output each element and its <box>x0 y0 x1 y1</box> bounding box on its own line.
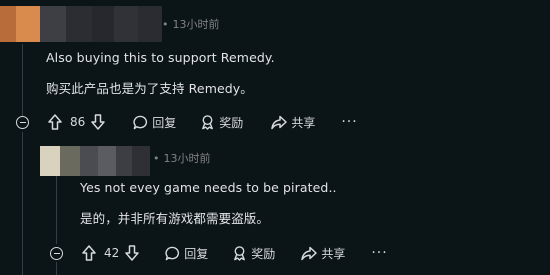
downvote-button[interactable] <box>91 114 106 130</box>
thread-line-reply-lower <box>56 262 57 275</box>
reply-button[interactable]: 回复 <box>133 114 176 131</box>
avatar[interactable] <box>40 146 150 176</box>
award-button[interactable]: 奖励 <box>200 114 243 131</box>
speech-bubble-icon <box>165 246 180 260</box>
share-label: 共享 <box>291 115 316 130</box>
avatar[interactable] <box>0 6 162 42</box>
collapse-thread-icon[interactable] <box>16 116 29 129</box>
arrow-down-icon <box>125 245 140 261</box>
award-icon <box>202 115 214 130</box>
thread-line-reply <box>56 176 57 244</box>
share-label: 共享 <box>321 246 346 261</box>
comment-actions: 86 回复 奖励 共享 ··· <box>48 109 358 135</box>
comment-text-en: Also buying this to support Remedy. <box>46 50 275 65</box>
comment-timestamp[interactable]: 13小时前 <box>164 152 211 165</box>
speech-bubble-icon <box>133 115 148 129</box>
more-options-button[interactable]: ··· <box>371 246 387 260</box>
vote-count: 42 <box>104 246 120 260</box>
reply-label: 回复 <box>152 115 177 130</box>
reply-label: 回复 <box>184 246 209 261</box>
share-icon <box>301 246 318 260</box>
comment-meta: • 13小时前 <box>162 16 220 32</box>
thread-line-main <box>22 44 23 116</box>
meta-separator: • <box>162 18 169 31</box>
comment-timestamp[interactable]: 13小时前 <box>173 18 220 31</box>
thread-line-main-lower <box>22 132 23 275</box>
share-icon <box>271 115 288 129</box>
comment-meta: • 13小时前 <box>153 150 211 166</box>
comment-text-en: Yes not evey game needs to be pirated.. <box>80 180 337 195</box>
meta-separator: • <box>153 152 160 165</box>
more-options-button[interactable]: ··· <box>341 115 357 129</box>
comment-text-zh: 是的，并非所有游戏都需要盗版。 <box>80 211 270 226</box>
share-button[interactable]: 共享 <box>271 114 315 131</box>
comment-text-zh: 购买此产品也是为了支持 Remedy。 <box>46 81 253 96</box>
upvote-button[interactable] <box>82 245 96 261</box>
award-label: 奖励 <box>219 115 244 130</box>
arrow-up-icon <box>48 114 62 130</box>
award-label: 奖励 <box>251 246 276 261</box>
award-icon <box>234 246 246 261</box>
reply-button[interactable]: 回复 <box>165 245 208 262</box>
upvote-button[interactable] <box>48 114 62 130</box>
share-button[interactable]: 共享 <box>301 245 345 262</box>
comment-actions: 42 回复 奖励 共享 ··· <box>82 240 388 266</box>
collapse-thread-icon[interactable] <box>50 247 63 260</box>
award-button[interactable]: 奖励 <box>232 245 275 262</box>
downvote-button[interactable] <box>125 245 140 261</box>
arrow-up-icon <box>82 245 96 261</box>
arrow-down-icon <box>91 114 106 130</box>
vote-count: 86 <box>70 115 86 129</box>
